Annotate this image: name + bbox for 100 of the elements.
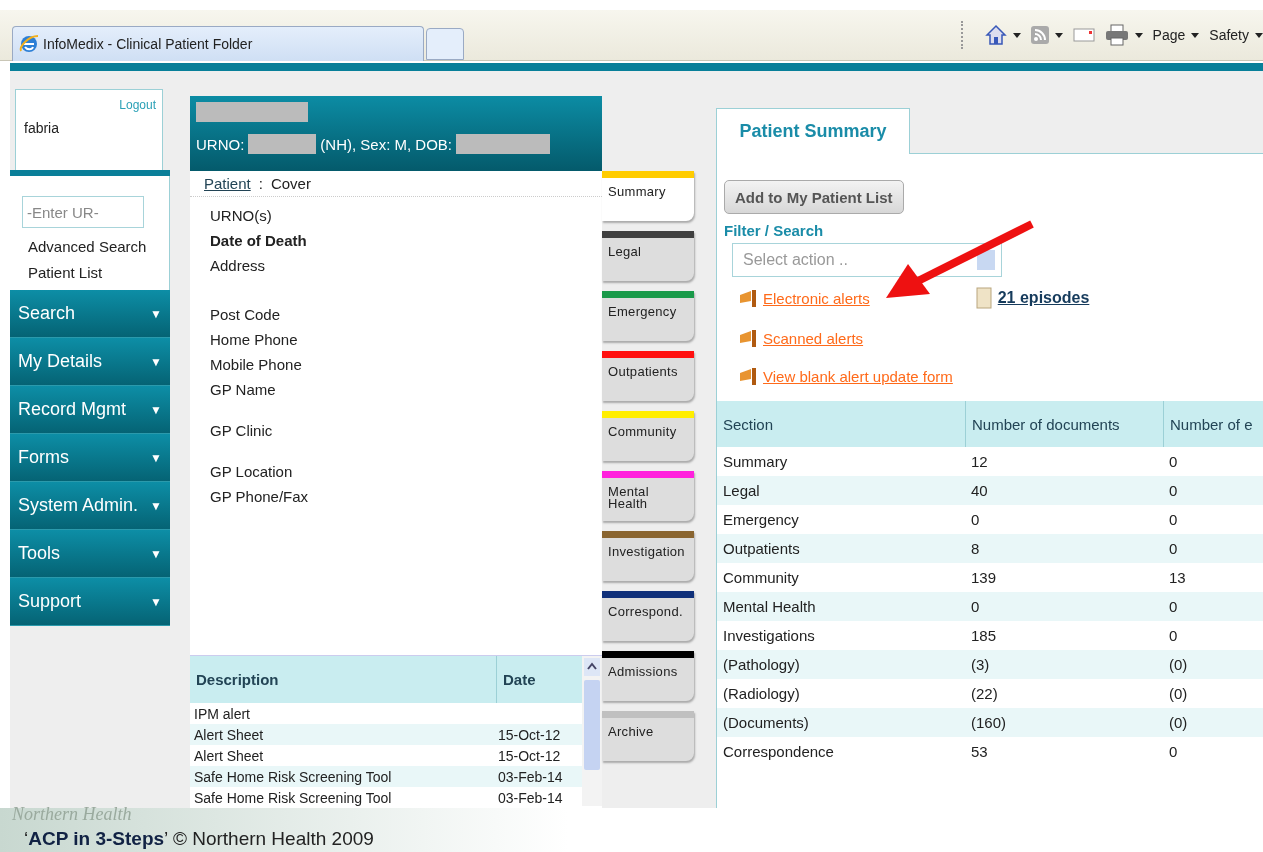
section-tab[interactable]: Legal <box>602 231 694 281</box>
column-header: Number of e <box>1163 401 1263 447</box>
table-cell-text: Investigations <box>722 627 816 644</box>
menu-item[interactable]: Support ▼ <box>10 578 170 626</box>
logo-text: Northern Health <box>12 804 132 825</box>
mail-icon[interactable] <box>1072 28 1095 42</box>
filter-label: Filter / Search <box>724 222 825 239</box>
episodes-link[interactable]: 21 episodes <box>997 289 1090 307</box>
caret-icon[interactable] <box>1191 32 1200 38</box>
toolbar-menu[interactable]: Safety <box>1209 27 1249 43</box>
scrollbar[interactable] <box>582 656 602 806</box>
table-cell-text: 15-Oct-12 <box>497 747 561 764</box>
table-cell-text: 53 <box>970 743 989 760</box>
table-cell-text: Community <box>722 569 800 586</box>
document-icon <box>975 287 992 309</box>
caret-icon[interactable] <box>1255 32 1263 38</box>
table-cell-text: (0) <box>1168 685 1189 702</box>
toolbar-menu[interactable]: Page <box>1152 27 1186 43</box>
add-to-list-button[interactable]: Add to My Patient List <box>724 180 904 214</box>
table-cell-text: Emergency <box>722 511 800 528</box>
alert-icon <box>739 367 759 385</box>
section-tab[interactable]: Community <box>602 411 694 461</box>
table-cell-text: (0) <box>1168 656 1189 673</box>
patient-details: (NH), Sex: M, DOB: <box>320 135 453 153</box>
field-label: URNO(s) <box>210 206 272 226</box>
table-cell-text: Mental Health <box>722 598 817 615</box>
print-icon[interactable] <box>1104 24 1129 46</box>
table-cell-text: 40 <box>970 482 989 499</box>
footer-caption: ‘ACP in 3-Steps’ © Northern Health 2009 <box>24 828 374 850</box>
field-label: GP Clinic <box>210 421 273 441</box>
alert-icon <box>739 289 759 307</box>
table-cell-text: (160) <box>970 714 1008 731</box>
sidebar-link[interactable]: Patient List <box>28 260 169 286</box>
field-label: Home Phone <box>210 330 298 350</box>
user-name: fabria <box>24 120 60 136</box>
sidebar-link[interactable]: Advanced Search <box>28 234 169 260</box>
urno-label: URNO: <box>196 135 245 153</box>
table-cell-text: Safe Home Risk Screening Tool <box>193 789 393 806</box>
field-label: GP Name <box>210 380 276 400</box>
table-cell-text: Legal <box>722 482 761 499</box>
breadcrumb-separator: : <box>258 175 263 192</box>
section-tab[interactable]: Summary <box>602 171 694 221</box>
field-label: Mobile Phone <box>210 355 302 375</box>
browser-tab[interactable]: InfoMedix - Clinical Patient Folder <box>12 26 424 61</box>
table-cell-text: 03-Feb-14 <box>497 789 563 806</box>
column-header: Number of documents <box>965 401 1163 447</box>
section-tab[interactable]: Archive <box>602 711 694 761</box>
breadcrumb-link[interactable]: Patient <box>204 175 251 192</box>
section-tab[interactable]: Correspond. <box>602 591 694 641</box>
table-cell-text: 185 <box>970 627 998 644</box>
field-label: Post Code <box>210 305 281 325</box>
menu-item[interactable]: Record Mgmt ▼ <box>10 386 170 434</box>
menu-item[interactable]: Search ▼ <box>10 290 170 338</box>
table-cell-text: Correspondence <box>722 743 835 760</box>
tab[interactable]: Patient Summary <box>716 108 910 154</box>
table-cell-text: Outpatients <box>722 540 801 557</box>
column-header: Section <box>722 415 775 433</box>
table-cell-text: 0 <box>1168 743 1179 760</box>
table-cell-text: 13 <box>1168 569 1187 586</box>
table-cell-text: (3) <box>970 656 991 673</box>
table-cell-text: Safe Home Risk Screening Tool <box>193 768 393 785</box>
menu-item[interactable]: My Details ▼ <box>10 338 170 386</box>
table-cell-text: 03-Feb-14 <box>497 768 563 785</box>
table-cell-text: 0 <box>1168 511 1179 528</box>
table-cell-text: 0 <box>1168 482 1179 499</box>
table-cell-text: 0 <box>1168 627 1179 644</box>
field-label: GP Location <box>210 462 293 482</box>
table-cell-text: (Documents) <box>722 714 810 731</box>
section-tab[interactable]: Emergency <box>602 291 694 341</box>
table-cell-text: Alert Sheet <box>193 726 265 743</box>
menu-item[interactable]: Tools ▼ <box>10 530 170 578</box>
field-label: Address <box>210 256 266 276</box>
field-label: Date of Death <box>210 231 307 251</box>
table-cell-text: 0 <box>1168 598 1179 615</box>
section-tab[interactable]: Outpatients <box>602 351 694 401</box>
menu-item[interactable]: Forms ▼ <box>10 434 170 482</box>
table-cell-text: IPM alert <box>193 705 251 722</box>
table-cell-text: Summary <box>722 453 789 470</box>
browser-logo-icon <box>18 33 40 55</box>
table-cell-text: 0 <box>1168 453 1179 470</box>
menu-item[interactable]: System Admin. ▼ <box>10 482 170 530</box>
table-cell-text: Alert Sheet <box>193 747 265 764</box>
section-tab[interactable]: Mental Health <box>602 471 694 521</box>
caret-icon[interactable] <box>1134 32 1143 38</box>
field-label: GP Phone/Fax <box>210 487 309 507</box>
home-icon[interactable] <box>984 24 1007 46</box>
table-cell-text: (Pathology) <box>722 656 801 673</box>
breadcrumb-page: Cover <box>270 175 311 192</box>
table-cell-text: 0 <box>970 598 981 615</box>
section-tab[interactable]: Admissions <box>602 651 694 701</box>
caret-icon[interactable] <box>1054 32 1063 38</box>
section-tab[interactable]: Investigation <box>602 531 694 581</box>
table-cell-text: (0) <box>1168 714 1189 731</box>
column-header: Description <box>195 671 280 688</box>
ur-input-field[interactable]: -Enter UR- <box>22 196 144 228</box>
table-cell-text: 0 <box>1168 540 1179 557</box>
table-cell-text: 12 <box>970 453 989 470</box>
caret-icon[interactable] <box>1012 32 1021 38</box>
table-cell-text: 0 <box>970 511 981 528</box>
alert-icon <box>739 329 759 347</box>
